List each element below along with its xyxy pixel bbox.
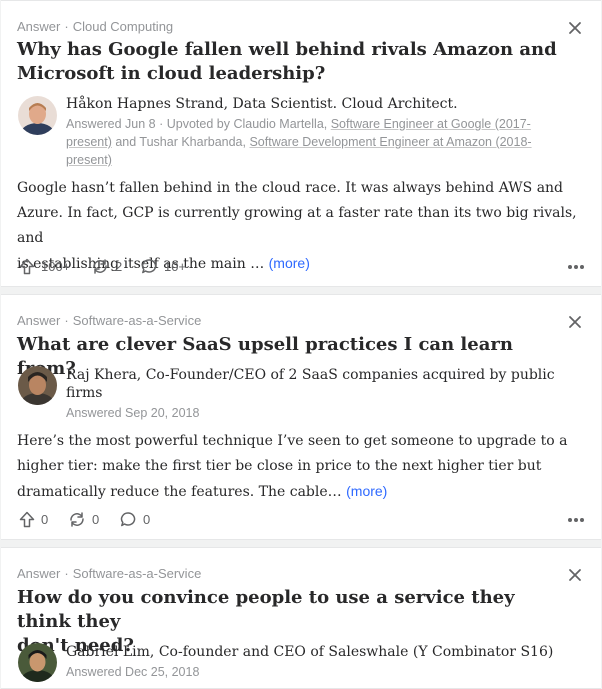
upvote-arrow-icon	[19, 511, 35, 527]
answer-body-line: higher tier: make the first tier be clos…	[17, 458, 542, 474]
share-count: 2	[115, 258, 123, 274]
comment-button[interactable]: 0	[120, 509, 150, 529]
card-topline: Answer · Cloud Computing	[17, 19, 174, 34]
feed-card: Answer · Software-as-a-Service How do you …	[1, 547, 601, 689]
share-icon	[93, 258, 107, 274]
comment-count: 0	[143, 511, 151, 527]
author-credential[interactable]: Raj Khera, Co-Founder/CEO of 2 SaaS comp…	[66, 366, 581, 402]
close-icon[interactable]	[567, 567, 583, 583]
action-bar: 0 0 0	[17, 509, 585, 529]
comment-icon	[120, 511, 136, 526]
upvoter-credential-link[interactable]: present)	[66, 153, 112, 167]
comment-count: 10+	[164, 258, 187, 274]
upvoter-credential-link[interactable]: Software Development Engineer at Amazon …	[249, 135, 531, 149]
avatar[interactable]	[18, 643, 57, 682]
topic-link[interactable]: Software-as-a-Service	[73, 313, 202, 328]
share-button[interactable]: 2	[91, 256, 122, 276]
card-topline: Answer · Software-as-a-Service	[17, 313, 202, 328]
card-type-label: Answer	[17, 566, 61, 581]
answered-date-text: Answered Jun 8 · Upvoted by Claudio Mart…	[66, 117, 331, 131]
answered-date: Answered Dec 25, 2018	[66, 665, 200, 679]
author-credential-line: Raj Khera, Co-Founder/CEO of 2 SaaS comp…	[66, 367, 555, 383]
card-type-label: Answer	[17, 19, 61, 34]
answer-body-line: dramatically reduce the features. The ca…	[17, 484, 342, 500]
answer-body[interactable]: Here’s the most powerful technique I’ve …	[17, 429, 585, 505]
more-link[interactable]: (more)	[346, 483, 387, 499]
avatar[interactable]	[18, 366, 57, 405]
comment-icon	[141, 258, 157, 273]
feed-card: Answer · Software-as-a-Service What are cl…	[1, 294, 601, 540]
author-credential-line: firms	[66, 385, 103, 401]
answer-body-line: Here’s the most powerful technique I’ve …	[17, 433, 568, 449]
share-icon	[70, 511, 84, 527]
card-topline: Answer · Software-as-a-Service	[17, 566, 202, 581]
upvote-arrow-icon	[19, 258, 35, 274]
upvoter-credential-link[interactable]: present)	[66, 135, 112, 149]
upvote-count: 100+	[41, 258, 71, 274]
answer-meta: Answered Jun 8 · Upvoted by Claudio Mart…	[66, 115, 561, 169]
share-button[interactable]: 0	[68, 509, 99, 529]
upvote-count: 0	[41, 511, 49, 527]
question-title-line: How do you convince people to use a serv…	[17, 587, 515, 632]
action-bar: 100+ 2 10+	[17, 256, 585, 276]
answer-body-line: Google hasn’t fallen behind in the cloud…	[17, 180, 564, 196]
feed-card: Answer · Cloud Computing Why has Google fa…	[1, 0, 601, 287]
upvoter-credential-link[interactable]: Software Engineer at Google (2017-	[331, 117, 531, 131]
more-options-icon[interactable]	[567, 517, 585, 523]
answer-feed: Answer · Cloud Computing Why has Google fa…	[0, 0, 602, 689]
author-credential[interactable]: Håkon Hapnes Strand, Data Scientist. Clo…	[66, 95, 581, 113]
close-icon[interactable]	[567, 20, 583, 36]
upvote-button[interactable]: 100+	[19, 256, 70, 276]
comment-button[interactable]: 10+	[141, 256, 186, 276]
question-title[interactable]: Why has Google fallen well behind rivals…	[17, 38, 561, 86]
author-credential[interactable]: Gabriel Lim, Co-founder and CEO of Sales…	[66, 643, 581, 661]
avatar[interactable]	[18, 96, 57, 135]
card-type-label: Answer	[17, 313, 61, 328]
close-icon[interactable]	[567, 314, 583, 330]
answer-body-line: Azure. In fact, GCP is currently growing…	[17, 205, 577, 246]
question-title-line: Why has Google fallen well behind rivals…	[17, 39, 557, 60]
topic-link[interactable]: Software-as-a-Service	[73, 566, 202, 581]
topic-link[interactable]: Cloud Computing	[73, 19, 173, 34]
answered-date: Answered Sep 20, 2018	[66, 406, 200, 420]
more-options-icon[interactable]	[567, 264, 585, 270]
upvoter-name: and Tushar Kharbanda,	[111, 135, 250, 149]
question-title-line: Microsoft in cloud leadership?	[17, 63, 326, 84]
upvote-button[interactable]: 0	[19, 509, 48, 529]
share-count: 0	[92, 511, 100, 527]
